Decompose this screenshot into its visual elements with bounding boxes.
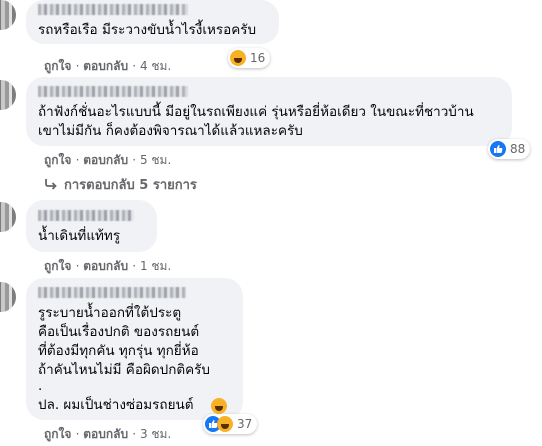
comment-text-line: รูระบายน้ำออกที่ใต้ประตู — [38, 305, 182, 321]
like-icon — [490, 141, 506, 157]
reaction-summary[interactable]: 88 — [488, 139, 531, 159]
separator: · — [132, 59, 140, 73]
comment-actions: ถูกใจ · ตอบกลับ · 1 ชม. — [44, 257, 171, 276]
avatar[interactable] — [0, 202, 16, 232]
comment-text-line: . — [38, 378, 43, 394]
timestamp-link[interactable]: 3 ชม. — [140, 427, 171, 441]
comment-text-line: เขาไม่มีกัน ก็คงต้องพิจารณาได้แล้วแหละคร… — [38, 123, 303, 139]
reply-link[interactable]: ตอบกลับ — [83, 153, 128, 167]
like-link[interactable]: ถูกใจ — [44, 259, 71, 273]
comment-bubble: รูระบายน้ำออกที่ใต้ประตู คือเป็นเรื่องปก… — [26, 278, 243, 420]
comment-text-line: ถ้าคันไหนไม่มี คือผิดปกติครับ — [38, 362, 210, 378]
haha-icon — [217, 416, 233, 432]
avatar[interactable] — [0, 80, 16, 110]
replies-count-label: การตอบกลับ 5 รายการ — [64, 178, 197, 193]
separator: · — [132, 153, 140, 167]
comment-text: น้ำเดินที่แท้ทรู — [38, 228, 121, 244]
reaction-summary[interactable]: 37 — [203, 414, 258, 434]
comment-bubble: น้ำเดินที่แท้ทรู — [26, 200, 157, 252]
reaction-count: 37 — [237, 417, 253, 431]
commenter-name-blurred[interactable] — [38, 287, 186, 298]
separator: · — [132, 259, 140, 273]
reaction-count: 88 — [510, 142, 526, 156]
commenter-name-blurred[interactable] — [38, 86, 188, 97]
reply-link[interactable]: ตอบกลับ — [83, 59, 128, 73]
comment-actions: ถูกใจ · ตอบกลับ · 3 ชม. — [44, 425, 171, 444]
timestamp-link[interactable]: 1 ชม. — [140, 259, 171, 273]
comment-text-line: ถ้าฟังก์ชั่นอะไรแบบนี้ มีอยู่ในรถเพียงแค… — [38, 104, 474, 120]
reply-link[interactable]: ตอบกลับ — [83, 259, 128, 273]
comment-text-line: ปล. ผมเป็นช่างซ่อมรถยนต์ — [38, 397, 194, 413]
avatar[interactable] — [0, 282, 16, 312]
comment-text: รถหรือเรือ มีระวางขับน้ำไรงี้เหรอครับ — [38, 22, 257, 38]
comment-actions: ถูกใจ · ตอบกลับ · 5 ชม. — [44, 151, 171, 170]
comment-text-line: คือเป็นเรื่องปกติ ของรถยนต์ — [38, 324, 200, 340]
like-link[interactable]: ถูกใจ — [44, 153, 71, 167]
comment-bubble: รถหรือเรือ มีระวางขับน้ำไรงี้เหรอครับ — [26, 0, 279, 44]
timestamp-link[interactable]: 5 ชม. — [140, 153, 171, 167]
commenter-name-blurred[interactable] — [38, 210, 134, 221]
comment-text-line: ที่ต้องมีทุกคัน ทุกรุ่น ทุกยี่ห้อ — [38, 343, 199, 359]
reaction-summary[interactable]: 16 — [228, 48, 271, 68]
view-replies-link[interactable]: การตอบกลับ 5 รายการ — [44, 174, 197, 195]
avatar[interactable] — [0, 0, 16, 30]
like-link[interactable]: ถูกใจ — [44, 427, 71, 441]
like-link[interactable]: ถูกใจ — [44, 59, 71, 73]
reply-link[interactable]: ตอบกลับ — [83, 427, 128, 441]
commenter-name-blurred[interactable] — [38, 4, 188, 15]
reply-arrow-icon — [45, 179, 57, 190]
separator: · — [132, 427, 140, 441]
reaction-count: 16 — [250, 51, 266, 65]
timestamp-link[interactable]: 4 ชม. — [140, 59, 171, 73]
comment-actions: ถูกใจ · ตอบกลับ · 4 ชม. — [44, 57, 171, 76]
comment-bubble: ถ้าฟังก์ชั่นอะไรแบบนี้ มีอยู่ในรถเพียงแค… — [26, 77, 512, 146]
haha-icon — [230, 50, 246, 66]
rofl-emoji-icon — [211, 398, 227, 414]
